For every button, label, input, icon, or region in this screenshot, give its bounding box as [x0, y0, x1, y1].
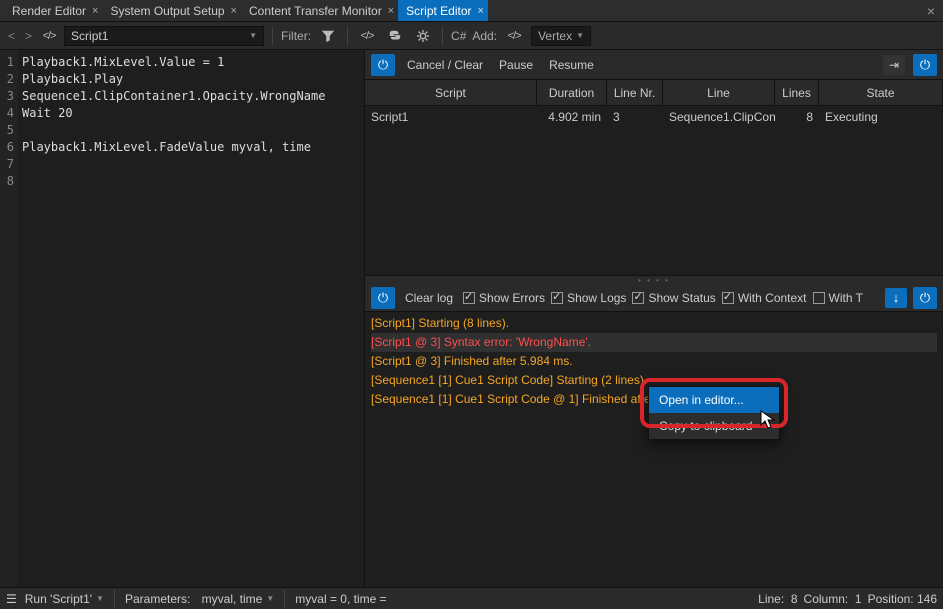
cell-line-nr: 3: [607, 106, 663, 128]
cell-state: Executing: [819, 106, 943, 128]
nav-fwd-icon[interactable]: >: [23, 29, 34, 43]
execution-toolbar: ⏻ Cancel / Clear Pause Resume ⇥ ⏻: [365, 50, 943, 80]
col-script[interactable]: Script: [365, 80, 537, 105]
close-icon[interactable]: ×: [478, 5, 484, 17]
parameters-button[interactable]: Parameters: myval, time ▼: [125, 592, 274, 606]
tab-script-editor[interactable]: Script Editor ×: [398, 0, 488, 21]
status-line: Line: 8: [758, 592, 797, 606]
context-menu: Open in editor... Copy to clipboard: [648, 386, 780, 440]
power-icon[interactable]: ⏻: [371, 54, 395, 76]
resume-button[interactable]: Resume: [545, 58, 598, 72]
chevron-down-icon: ▼: [249, 31, 257, 40]
col-state[interactable]: State: [819, 80, 943, 105]
log-line: [Sequence1 [1] Cue1 Script Code] Startin…: [371, 373, 647, 387]
separator: [272, 27, 273, 45]
pin-icon[interactable]: ⇥: [883, 55, 905, 75]
close-icon[interactable]: ×: [231, 5, 237, 17]
tab-label: Render Editor: [12, 4, 86, 18]
tab-bar: Render Editor × System Output Setup × Co…: [0, 0, 943, 22]
col-line[interactable]: Line: [663, 80, 775, 105]
log-line: [Sequence1 [1] Cue1 Script Code @ 1] Fin…: [371, 392, 655, 406]
menu-open-in-editor[interactable]: Open in editor...: [649, 387, 779, 413]
pause-button[interactable]: Pause: [495, 58, 537, 72]
table-row[interactable]: Script1 4.902 min 3 Sequence1.ClipCon 8 …: [365, 106, 943, 128]
code-icon[interactable]: [356, 26, 378, 46]
add-target-label: Vertex: [538, 29, 572, 43]
cell-duration: 4.902 min: [537, 106, 607, 128]
separator: [347, 27, 348, 45]
menu-copy-to-clipboard[interactable]: Copy to clipboard: [649, 413, 779, 439]
editor-toolbar: < > Script1 ▼ Filter: C# Add: Vertex ▼: [0, 22, 943, 50]
checkbox-icon: [551, 292, 563, 304]
col-line-nr[interactable]: Line Nr.: [607, 80, 663, 105]
with-context-toggle[interactable]: With Context: [722, 291, 807, 305]
status-column: Column: 1: [804, 592, 862, 606]
col-duration[interactable]: Duration: [537, 80, 607, 105]
menu-icon[interactable]: ☰: [6, 592, 17, 606]
close-icon[interactable]: ×: [388, 5, 394, 17]
execution-grid: Script Duration Line Nr. Line Lines Stat…: [365, 80, 943, 276]
tab-system-output-setup[interactable]: System Output Setup ×: [102, 0, 241, 21]
log-toolbar: ⏻ Clear log Show Errors Show Logs Show S…: [365, 284, 943, 312]
log-line: [Script1 @ 3] Finished after 5.984 ms.: [371, 354, 573, 368]
nav-back-icon[interactable]: <: [6, 29, 17, 43]
show-errors-toggle[interactable]: Show Errors: [463, 291, 545, 305]
log-line-error[interactable]: [Script1 @ 3] Syntax error: 'WrongName'.: [371, 333, 937, 352]
status-bar: ☰ Run 'Script1' ▼ Parameters: myval, tim…: [0, 587, 943, 609]
run-script-button[interactable]: Run 'Script1' ▼: [25, 592, 104, 606]
power-icon[interactable]: ⏻: [913, 287, 937, 309]
scroll-down-icon[interactable]: ↓: [885, 288, 907, 308]
power-icon[interactable]: ⏻: [913, 54, 937, 76]
script-selector[interactable]: Script1 ▼: [64, 26, 264, 46]
filter-label: Filter:: [281, 29, 311, 43]
cell-lines: 8: [775, 106, 819, 128]
script-name: Script1: [71, 29, 108, 43]
filter-icon[interactable]: [317, 26, 339, 46]
checkbox-icon: [463, 292, 475, 304]
code-editor[interactable]: 1 2 3 4 5 6 7 8 Playback1.MixLevel.Value…: [0, 50, 365, 587]
cell-script: Script1: [365, 106, 537, 128]
log-line: [Script1] Starting (8 lines).: [371, 316, 509, 330]
separator: [114, 590, 115, 608]
add-target-selector[interactable]: Vertex ▼: [531, 26, 591, 46]
script-icon: [40, 27, 58, 45]
tab-content-transfer-monitor[interactable]: Content Transfer Monitor ×: [241, 0, 398, 21]
show-status-toggle[interactable]: Show Status: [632, 291, 715, 305]
chevron-down-icon: ▼: [96, 594, 104, 603]
chevron-down-icon: ▼: [576, 31, 584, 40]
tab-label: Script Editor: [406, 4, 471, 18]
gear-icon[interactable]: [412, 26, 434, 46]
chevron-down-icon: ▼: [266, 594, 274, 603]
checkbox-icon: [722, 292, 734, 304]
tab-render-editor[interactable]: Render Editor ×: [4, 0, 102, 21]
with-t-toggle[interactable]: With T: [813, 291, 863, 305]
log-output[interactable]: [Script1] Starting (8 lines). [Script1 @…: [365, 312, 943, 587]
cancel-clear-button[interactable]: Cancel / Clear: [403, 58, 487, 72]
separator: [284, 590, 285, 608]
cell-line: Sequence1.ClipCon: [663, 106, 775, 128]
separator: [442, 27, 443, 45]
show-logs-toggle[interactable]: Show Logs: [551, 291, 626, 305]
checkbox-icon: [813, 292, 825, 304]
line-gutter: 1 2 3 4 5 6 7 8: [0, 50, 18, 587]
code-area[interactable]: Playback1.MixLevel.Value = 1 Playback1.P…: [18, 50, 364, 587]
python-icon[interactable]: [384, 26, 406, 46]
cs-label[interactable]: C#: [451, 29, 466, 43]
tab-label: System Output Setup: [110, 4, 224, 18]
clear-log-button[interactable]: Clear log: [401, 291, 457, 305]
grid-header: Script Duration Line Nr. Line Lines Stat…: [365, 80, 943, 106]
add-script-icon[interactable]: [503, 26, 525, 46]
add-label: Add:: [472, 29, 497, 43]
close-icon[interactable]: ×: [92, 5, 98, 17]
power-icon[interactable]: ⏻: [371, 287, 395, 309]
tab-label: Content Transfer Monitor: [249, 4, 382, 18]
close-window-icon[interactable]: ×: [919, 3, 943, 19]
col-lines[interactable]: Lines: [775, 80, 819, 105]
checkbox-icon: [632, 292, 644, 304]
splitter-handle[interactable]: • • • •: [365, 276, 943, 284]
param-values: myval = 0, time =: [295, 592, 386, 606]
status-position: Position: 146: [868, 592, 937, 606]
